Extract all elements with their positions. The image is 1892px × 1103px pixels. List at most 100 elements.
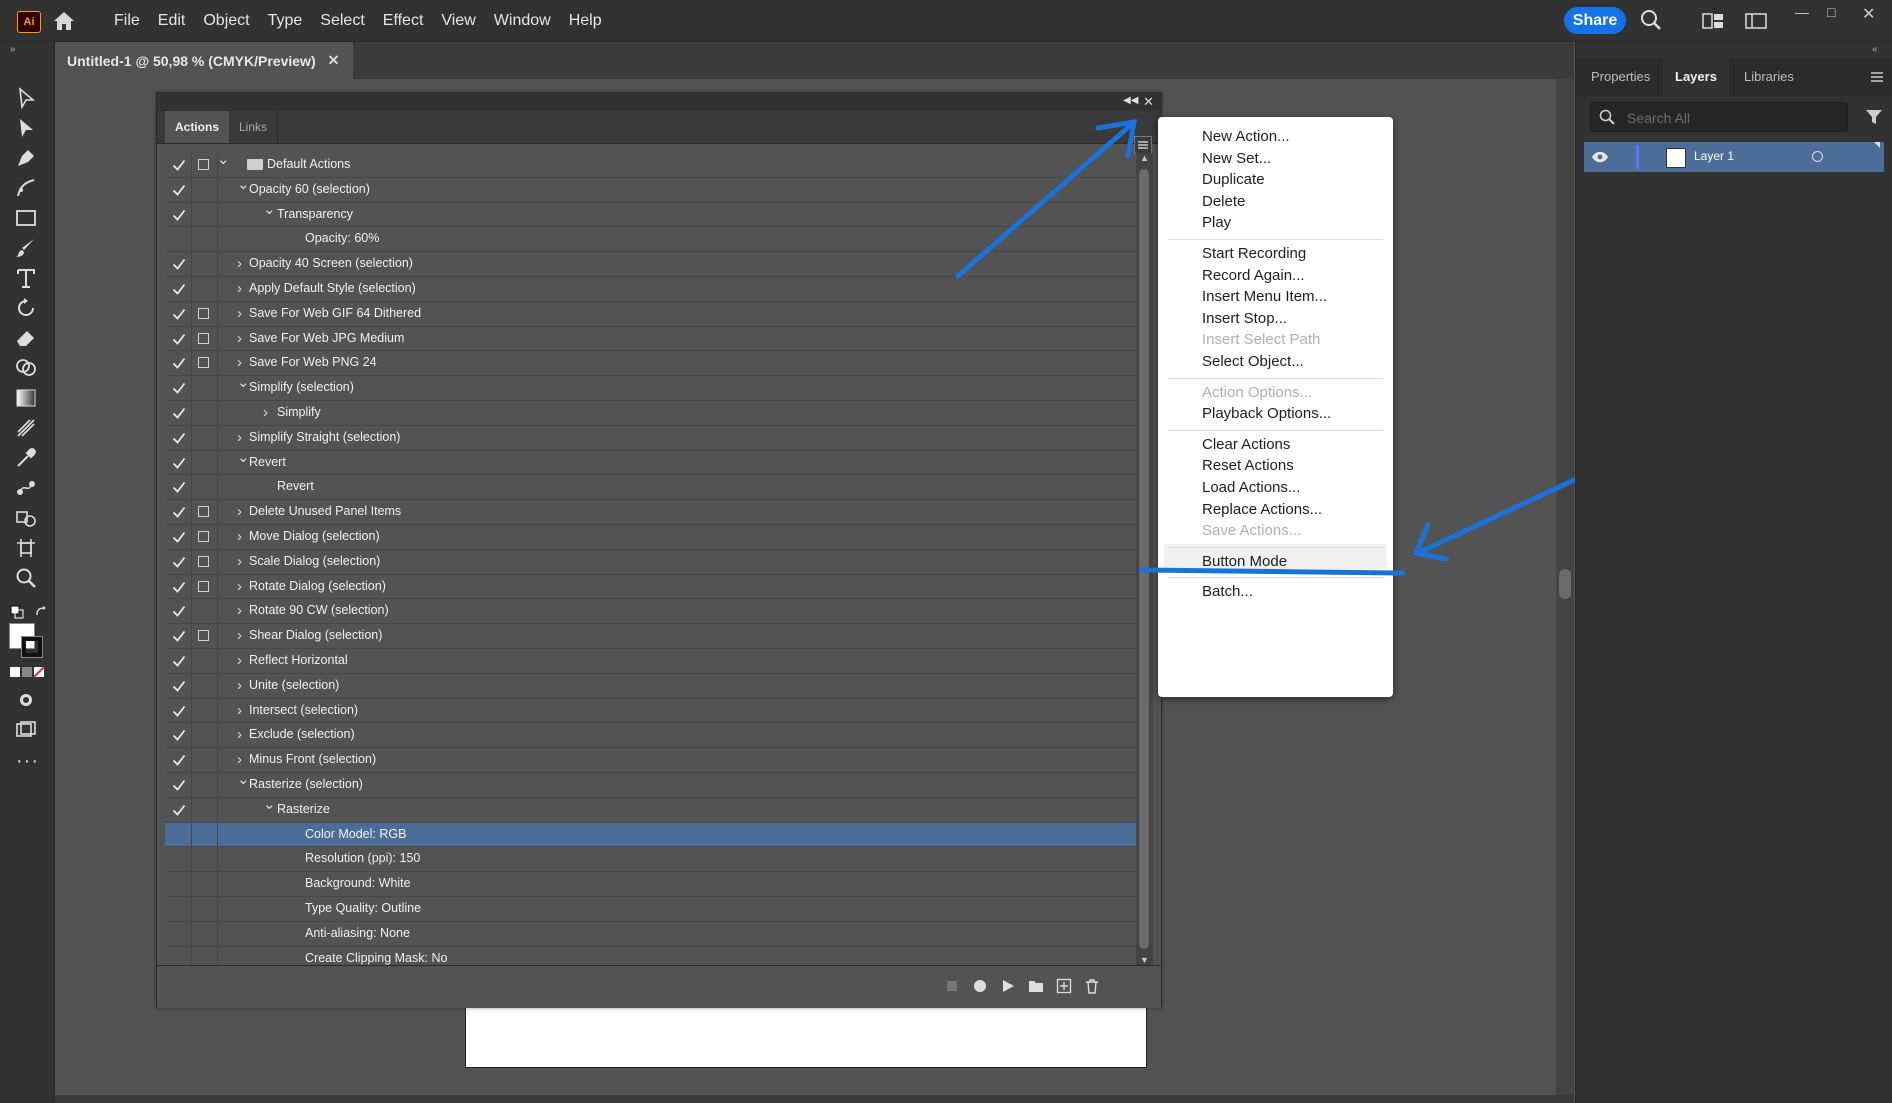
toggle-item-checkmark-icon[interactable] <box>172 580 186 594</box>
toggle-item-checkmark-icon[interactable] <box>172 753 186 767</box>
action-row[interactable]: › Intersect (selection) <box>165 698 1136 724</box>
toggle-item-checkmark-icon[interactable] <box>172 629 186 643</box>
menu-window[interactable]: Window <box>485 0 560 41</box>
toggle-item-checkmark-icon[interactable] <box>172 555 186 569</box>
menu-item-playback-options[interactable]: Playback Options... <box>1202 405 1331 422</box>
action-command-row[interactable]: Revert <box>165 475 1136 501</box>
edit-toolbar-icon[interactable]: ··· <box>16 750 39 773</box>
toggle-item-checkmark-icon[interactable] <box>172 604 186 618</box>
menu-file[interactable]: File <box>105 0 149 41</box>
action-command-row[interactable]: ⌄ Rasterize <box>165 796 1136 823</box>
toggle-dialog-icon[interactable] <box>198 332 209 344</box>
toggle-item-checkmark-icon[interactable] <box>172 803 186 817</box>
menu-item-new-action[interactable]: New Action... <box>1202 128 1290 145</box>
toggle-item-checkmark-icon[interactable] <box>172 505 186 519</box>
direct-selection-tool-icon[interactable] <box>14 116 38 140</box>
menu-effect[interactable]: Effect <box>374 0 433 41</box>
mesh-tool-icon[interactable] <box>14 416 38 440</box>
scroll-up-icon[interactable]: ▲ <box>1140 153 1149 163</box>
toggle-item-checkmark-icon[interactable] <box>172 257 186 271</box>
stroke-swatch[interactable] <box>21 636 43 658</box>
action-command-row[interactable]: Color Model: RGB <box>165 822 1136 848</box>
workspace-icon[interactable] <box>1745 13 1767 29</box>
menu-item-replace-actions[interactable]: Replace Actions... <box>1202 501 1322 518</box>
toggle-dialog-icon[interactable] <box>198 357 209 369</box>
chevron-right-icon[interactable]: › <box>237 550 249 574</box>
toggle-item-checkmark-icon[interactable] <box>172 356 186 370</box>
chevron-right-icon[interactable]: › <box>237 500 249 524</box>
toggle-dialog-icon[interactable] <box>198 555 209 567</box>
home-icon[interactable] <box>53 11 75 31</box>
layers-panel-menu-icon[interactable] <box>1870 71 1884 83</box>
chevron-right-icon[interactable]: › <box>237 723 249 747</box>
action-row[interactable]: › Save For Web GIF 64 Dithered <box>165 301 1136 327</box>
chevron-right-icon[interactable]: › <box>237 649 249 673</box>
menu-help[interactable]: Help <box>560 0 611 41</box>
menu-item-button-mode[interactable]: Button Mode <box>1202 553 1287 570</box>
eyedropper-tool-icon[interactable] <box>14 446 38 470</box>
chevron-right-icon[interactable]: › <box>237 575 249 599</box>
action-row[interactable]: › Move Dialog (selection) <box>165 524 1136 550</box>
layer-row[interactable]: Layer 1 <box>1584 142 1884 172</box>
menu-view[interactable]: View <box>432 0 484 41</box>
rotate-tool-icon[interactable] <box>14 296 38 320</box>
chevron-right-icon[interactable]: › <box>237 277 249 301</box>
toggle-item-checkmark-icon[interactable] <box>172 208 186 222</box>
scrollbar-thumb[interactable] <box>1559 569 1571 599</box>
action-row[interactable]: › Unite (selection) <box>165 673 1136 699</box>
action-command-row[interactable]: Background: White <box>165 872 1136 897</box>
scroll-down-icon[interactable]: ▼ <box>1140 955 1149 965</box>
action-row[interactable]: › Shear Dialog (selection) <box>165 624 1136 649</box>
chevron-down-icon[interactable]: ⌄ <box>237 446 250 470</box>
layers-search-input[interactable] <box>1625 107 1839 129</box>
menu-item-insert-menu-item[interactable]: Insert Menu Item... <box>1202 288 1327 305</box>
zoom-tool-icon[interactable] <box>14 566 38 590</box>
menu-item-delete[interactable]: Delete <box>1202 193 1245 210</box>
shape-builder-tool-icon[interactable] <box>14 356 38 380</box>
menu-item-record-again[interactable]: Record Again... <box>1202 267 1305 284</box>
toggle-item-checkmark-icon[interactable] <box>172 381 186 395</box>
menu-edit[interactable]: Edit <box>149 0 195 41</box>
close-window-icon[interactable]: ✕ <box>1862 4 1875 24</box>
toggle-item-checkmark-icon[interactable] <box>172 158 186 172</box>
chevron-right-icon[interactable]: › <box>237 302 249 326</box>
visibility-eye-icon[interactable] <box>1591 151 1609 163</box>
toggle-item-checkmark-icon[interactable] <box>172 406 186 420</box>
menu-item-reset-actions[interactable]: Reset Actions <box>1202 457 1294 474</box>
chevron-right-icon[interactable]: › <box>263 401 275 425</box>
menu-item-start-recording[interactable]: Start Recording <box>1202 245 1306 262</box>
action-row[interactable]: › Save For Web JPG Medium <box>165 326 1136 352</box>
toggle-item-checkmark-icon[interactable] <box>172 778 186 792</box>
paintbrush-tool-icon[interactable] <box>14 236 38 260</box>
chevron-right-icon[interactable]: › <box>237 699 249 723</box>
menu-item-new-set[interactable]: New Set... <box>1202 150 1271 167</box>
chevron-right-icon[interactable]: › <box>237 525 249 549</box>
toggle-dialog-icon[interactable] <box>198 506 209 518</box>
panel-title-bar[interactable]: ◀◀ ✕ <box>157 93 1161 111</box>
search-icon[interactable] <box>1640 9 1662 31</box>
action-row[interactable]: › Exclude (selection) <box>165 723 1136 749</box>
close-document-icon[interactable]: ✕ <box>328 52 340 69</box>
toggle-dialog-icon[interactable] <box>198 307 209 319</box>
document-tab[interactable]: Untitled-1 @ 50,98 % (CMYK/Preview) ✕ <box>55 42 354 79</box>
artboard[interactable] <box>465 1006 1147 1068</box>
menu-item-play[interactable]: Play <box>1202 214 1231 231</box>
menu-item-duplicate[interactable]: Duplicate <box>1202 171 1265 188</box>
action-command-row[interactable]: Type Quality: Outline <box>165 896 1136 922</box>
toggle-dialog-icon[interactable] <box>198 530 209 542</box>
action-row[interactable]: ⌄ Revert <box>165 449 1136 476</box>
action-row[interactable]: › Save For Web PNG 24 <box>165 351 1136 377</box>
menu-item-batch[interactable]: Batch... <box>1202 583 1253 600</box>
chevron-down-icon[interactable]: ⌄ <box>237 768 250 792</box>
toggle-item-checkmark-icon[interactable] <box>172 480 186 494</box>
type-tool-icon[interactable] <box>14 266 38 290</box>
toggle-item-checkmark-icon[interactable] <box>172 307 186 321</box>
share-button[interactable]: Share <box>1564 7 1626 34</box>
artboard-tool-icon[interactable] <box>14 536 38 560</box>
action-command-row[interactable]: Create Clipping Mask: No <box>165 946 1136 965</box>
menu-item-select-object[interactable]: Select Object... <box>1202 353 1304 370</box>
layer-target-icon[interactable] <box>1812 151 1823 162</box>
panel-menu-icon[interactable] <box>1134 136 1152 154</box>
chevron-right-icon[interactable]: › <box>237 624 249 648</box>
toggle-item-checkmark-icon[interactable] <box>172 728 186 742</box>
